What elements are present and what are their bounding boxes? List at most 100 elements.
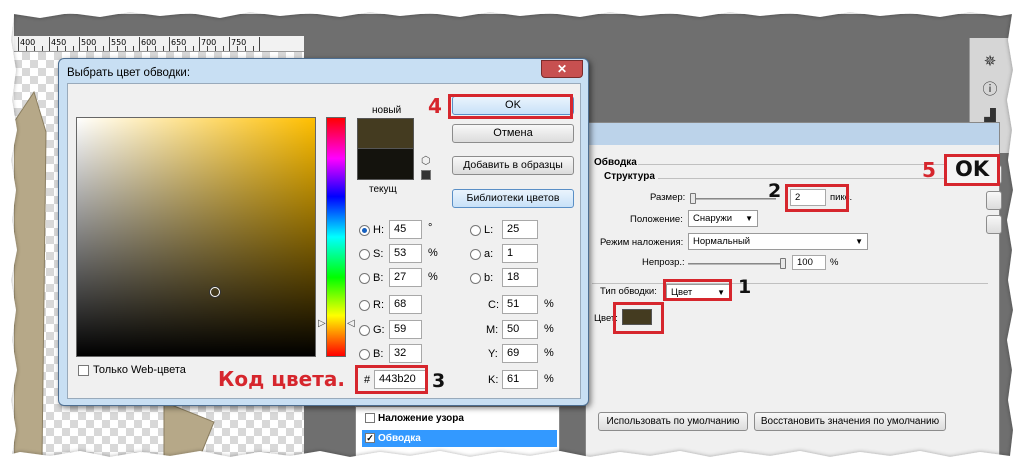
blend-mode-value: Нормальный [693,236,751,247]
radio-s[interactable] [359,249,370,260]
hue-slider[interactable] [326,117,346,357]
navigator-icon[interactable]: ✵ [980,52,1000,72]
close-button[interactable]: ✕ [541,60,583,78]
blue-input[interactable]: 32 [389,344,422,363]
blend-mode-label: Режим наложения: [600,237,684,248]
ruler-label: 650 [171,38,187,47]
layer-style-titlebar [586,123,999,145]
annotation-hex-caption: Код цвета. [218,367,345,391]
annotation-number-1: 1 [738,276,752,298]
yellow-unit: % [544,347,554,359]
ruler-label: 700 [201,38,217,47]
blend-mode-select[interactable]: Нормальный ▼ [688,233,868,250]
hue-slider-right-arrow-icon[interactable]: ◁ [347,318,355,329]
black-input[interactable]: 61 [502,370,538,389]
radio-g[interactable] [359,325,370,336]
dialog-body: ▷ ◁ новый текущ ⬡ OK Отмена Добавить в о… [67,83,581,399]
structure-section-title: Структура [604,171,655,182]
size-slider-track[interactable] [690,198,776,200]
info-icon[interactable]: ⓘ [980,80,1000,100]
position-select[interactable]: Снаружи ▼ [688,210,758,227]
green-input[interactable]: 59 [389,320,422,339]
layer-style-dialog: Обводка Структура Размер: 2 пикс. Положе… [585,122,1002,459]
web-colors-label: Только Web-цвета [93,364,186,376]
radio-b-rgb[interactable] [359,349,370,360]
black-unit: % [544,373,554,385]
b-channel-input[interactable]: 18 [502,268,538,287]
opacity-unit: % [830,257,839,268]
color-cursor[interactable] [210,287,220,297]
divider [638,164,993,165]
ruler-label: 600 [141,38,157,47]
saturation-input[interactable]: 53 [389,244,422,263]
magenta-input[interactable]: 50 [502,320,538,339]
radio-l[interactable] [470,225,481,236]
hue-label: H: [373,224,384,236]
a-channel-label: a: [484,248,494,260]
list-item-selected[interactable]: ✓ Обводка [362,430,557,447]
cyan-unit: % [544,298,554,310]
hue-input[interactable]: 45 [389,220,422,239]
checkbox[interactable] [365,413,375,423]
cube-icon[interactable]: ⬡ [421,154,431,167]
dialog-side-button[interactable] [986,191,1002,210]
size-slider-knob[interactable] [690,193,696,204]
chevron-down-icon: ▼ [855,237,863,246]
web-colors-checkbox[interactable] [78,365,89,376]
lightness-label: L: [484,224,494,236]
color-libraries-button[interactable]: Библиотеки цветов [452,189,574,208]
styles-list: Наложение узора ✓ Обводка [355,406,560,459]
cancel-button[interactable]: Отмена [452,124,574,143]
saturation-label: S: [373,248,384,260]
annotation-number-5: 5 [922,158,936,182]
opacity-label: Непрозр.: [642,257,685,268]
fill-type-label: Тип обводки: [600,286,657,297]
dialog-side-button[interactable] [986,215,1002,234]
radio-r[interactable] [359,300,370,311]
position-select-value: Снаружи [693,213,733,224]
annotation-ok-box [448,94,573,119]
magenta-unit: % [544,323,554,335]
hue-slider-left-arrow-icon[interactable]: ▷ [318,318,326,329]
black-label: K: [488,374,499,386]
horizontal-ruler: 400 450 500 550 600 650 700 750 [14,36,304,52]
opacity-input[interactable]: 100 [792,255,826,270]
yellow-label: Y: [488,348,498,360]
yellow-input[interactable]: 69 [502,344,538,363]
annotation-number-4: 4 [428,94,442,118]
brightness-unit: % [428,271,438,283]
annotation-size-box [785,184,849,212]
magenta-label: M: [486,324,499,336]
web-safe-swatch[interactable] [421,170,431,180]
dialog-title: Выбрать цвет обводки: [67,67,191,79]
lightness-input[interactable]: 25 [502,220,538,239]
radio-a[interactable] [470,249,481,260]
use-default-button[interactable]: Использовать по умолчанию [598,412,748,431]
saturation-brightness-field[interactable] [76,117,316,357]
radio-b-lab[interactable] [470,273,481,284]
new-color-label: новый [372,105,402,116]
cyan-label: C: [488,299,499,311]
radio-b[interactable] [359,273,370,284]
screenshot-stage: 400 450 500 550 600 650 700 750 ✵ ⓘ ▟ Об… [0,0,1024,468]
new-color-swatch [357,118,414,149]
restore-defaults-button[interactable]: Восстановить значения по умолчанию [754,412,946,431]
list-item-label: Обводка [378,433,421,444]
opacity-slider-knob[interactable] [780,258,786,269]
divider [592,283,988,284]
stroke-section-title: Обводка [594,157,637,168]
chevron-down-icon: ▼ [745,214,753,223]
cyan-input[interactable]: 51 [502,295,538,314]
brightness-label: B: [373,272,384,284]
add-to-swatches-button[interactable]: Добавить в образцы [452,156,574,175]
checkbox-checked[interactable]: ✓ [365,433,375,443]
radio-h[interactable] [359,225,370,236]
position-label: Положение: [630,214,683,225]
opacity-slider-track[interactable] [688,263,786,265]
red-input[interactable]: 68 [389,295,422,314]
hue-unit: ° [428,222,433,234]
a-channel-input[interactable]: 1 [502,244,538,263]
current-color-swatch[interactable] [357,149,414,180]
brightness-input[interactable]: 27 [389,268,422,287]
list-item[interactable]: Наложение узора [362,410,557,427]
